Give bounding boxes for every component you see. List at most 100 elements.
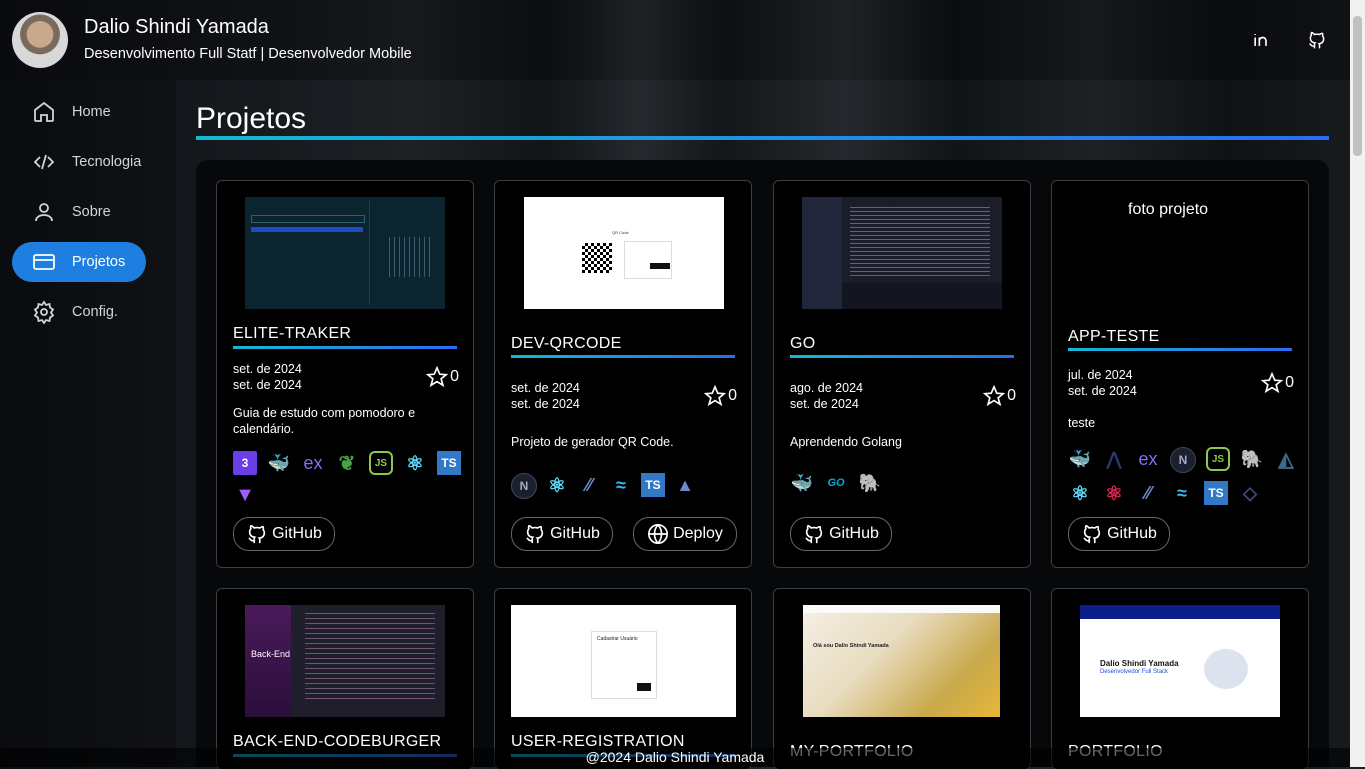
project-description: Guia de estudo com pomodoro e calendário… — [233, 406, 416, 436]
created-date: set. de 2024 — [233, 362, 302, 376]
project-thumbnail[interactable]: Dalio Shindi Yamada Desenvolvedor Full S… — [1080, 605, 1280, 717]
project-card: GO ago. de 2024 set. de 2024 0 Aprendend… — [773, 180, 1031, 568]
star-icon — [1261, 372, 1284, 394]
star-count[interactable]: 0 — [426, 366, 459, 388]
project-thumbnail[interactable]: Back-End — [245, 605, 445, 717]
nav-label: Home — [72, 104, 111, 120]
sidebar — [0, 80, 176, 767]
broken-image-alt[interactable]: foto projeto — [1128, 201, 1208, 219]
project-thumbnail[interactable] — [802, 197, 1002, 309]
updated-date: set. de 2024 — [233, 378, 302, 392]
star-value: 0 — [1285, 374, 1294, 391]
star-icon — [426, 366, 449, 388]
github-icon[interactable] — [1307, 30, 1327, 50]
scrollbar-thumb[interactable] — [1353, 16, 1362, 156]
project-title: GO — [790, 335, 816, 352]
project-description: Aprendendo Golang — [790, 435, 902, 449]
github-button[interactable]: GitHub — [511, 517, 613, 551]
created-date: ago. de 2024 — [790, 381, 863, 395]
button-label: GitHub — [829, 525, 879, 542]
project-dates: set. de 2024 set. de 2024 — [511, 380, 580, 412]
deploy-button[interactable]: Deploy — [633, 517, 737, 551]
title-underline — [233, 346, 457, 349]
project-description: teste — [1068, 416, 1096, 430]
footer-text: @2024 Dalio Shindi Yamada — [585, 749, 765, 765]
project-description: Projeto de gerador QR Code. — [511, 435, 674, 449]
thumb-role: Desenvolvedor Full Stack — [1100, 669, 1169, 675]
star-value: 0 — [450, 368, 459, 385]
tech-icons: 🐳 ⋀ ex N JS 🐘 ◭ ⚛ ⚛ ⁄⁄ ≈ TS ◇ — [1068, 447, 1300, 505]
nav-item-home[interactable]: Home — [12, 92, 146, 132]
project-card: QR Code DEV-QRCODE set. de 2024 set. de … — [494, 180, 752, 568]
project-dates: jul. de 2024 set. de 2024 — [1068, 367, 1137, 399]
project-dates: ago. de 2024 set. de 2024 — [790, 380, 863, 412]
star-count[interactable]: 0 — [704, 385, 737, 407]
project-card: ELITE-TRAKER set. de 2024 set. de 2024 0… — [216, 180, 474, 568]
docker-icon: 🐳 — [790, 472, 814, 493]
created-date: set. de 2024 — [511, 381, 580, 395]
footer: @2024 Dalio Shindi Yamada — [0, 748, 1350, 767]
react-icon: ⚛ — [406, 452, 424, 475]
vite-icon: ▼ — [235, 483, 255, 506]
github-button[interactable]: GitHub — [233, 517, 335, 551]
nav-item-sobre[interactable]: Sobre — [12, 192, 146, 232]
project-card: Back-End BACK-END-CODEBURGER — [216, 588, 474, 769]
linkedin-icon[interactable] — [1251, 30, 1271, 50]
star-count[interactable]: 0 — [1261, 372, 1294, 394]
project-title: DEV-QRCODE — [511, 335, 622, 352]
docker-icon: 🐳 — [1068, 448, 1092, 469]
nav-item-tecnologia[interactable]: Tecnologia — [12, 142, 146, 182]
code-icon — [33, 154, 55, 170]
github-button[interactable]: GitHub — [790, 517, 892, 551]
tech-icons: 3 🐳 ex ❦ JS ⚛ TS ▼ — [233, 451, 463, 507]
github-icon — [1083, 525, 1101, 544]
project-thumbnail[interactable]: QR Code — [524, 197, 724, 309]
tech-icons: 🐳 GO 🐘 — [790, 471, 1020, 495]
postgresql-icon: 🐘 — [1240, 448, 1264, 469]
docker-icon: 🐳 — [267, 452, 291, 473]
project-card: Olá sou Dalio Shindi Yamada MY-PORTFOLIO — [773, 588, 1031, 769]
nav-item-projetos[interactable]: Projetos — [12, 242, 146, 282]
nav-label: Tecnologia — [72, 154, 142, 170]
github-icon — [526, 525, 544, 544]
star-icon — [704, 385, 727, 407]
project-thumbnail[interactable]: Cadastrar Usuário — [511, 605, 736, 717]
updated-date: set. de 2024 — [1068, 384, 1137, 398]
updated-date: set. de 2024 — [790, 397, 859, 411]
elixir-icon: ex — [1138, 448, 1158, 469]
tailwind-icon: ≈ — [1177, 482, 1187, 503]
mongodb-icon: ❦ — [338, 452, 356, 475]
project-card: foto projeto APP-TESTE jul. de 2024 set.… — [1051, 180, 1309, 568]
typescript-icon: TS — [641, 473, 665, 497]
typescript-icon: TS — [437, 451, 461, 475]
gear-icon — [33, 300, 55, 324]
page-title: Projetos — [196, 102, 307, 135]
nav-label: Sobre — [72, 204, 111, 220]
postgresql-icon: 🐘 — [858, 472, 882, 493]
profile-subtitle: Desenvolvimento Full Statf | Desenvolved… — [84, 46, 412, 62]
nav-label: Config. — [72, 304, 118, 320]
scrollbar[interactable] — [1350, 0, 1365, 767]
project-thumbnail[interactable] — [245, 197, 445, 309]
github-icon — [805, 525, 823, 544]
tailwind-icon: ≈ — [616, 474, 626, 495]
github-button[interactable]: GitHub — [1068, 517, 1170, 551]
css3-icon: 3 — [233, 451, 257, 475]
button-label: GitHub — [550, 525, 600, 542]
project-card: Cadastrar Usuário USER-REGISTRATION — [494, 588, 752, 769]
shadcn-icon: ⁄⁄ — [585, 474, 592, 495]
github-icon — [248, 525, 266, 544]
star-count[interactable]: 0 — [983, 385, 1016, 407]
elixir-icon: ex — [303, 452, 323, 473]
thumb-title: Cadastrar Usuário — [597, 636, 638, 642]
nodejs-icon: JS — [1206, 447, 1230, 471]
home-icon — [34, 101, 54, 122]
nav-item-config[interactable]: Config. — [12, 292, 146, 332]
tech-icons: N ⚛ ⁄⁄ ≈ TS ▲ — [511, 473, 741, 499]
arch-icon: ⋀ — [1106, 448, 1122, 469]
project-card: Dalio Shindi Yamada Desenvolvedor Full S… — [1051, 588, 1309, 769]
project-thumbnail[interactable]: Olá sou Dalio Shindi Yamada — [803, 605, 1000, 717]
go-icon: GO — [827, 477, 845, 489]
created-date: jul. de 2024 — [1068, 368, 1133, 382]
vercel-icon: ▲ — [676, 474, 694, 495]
